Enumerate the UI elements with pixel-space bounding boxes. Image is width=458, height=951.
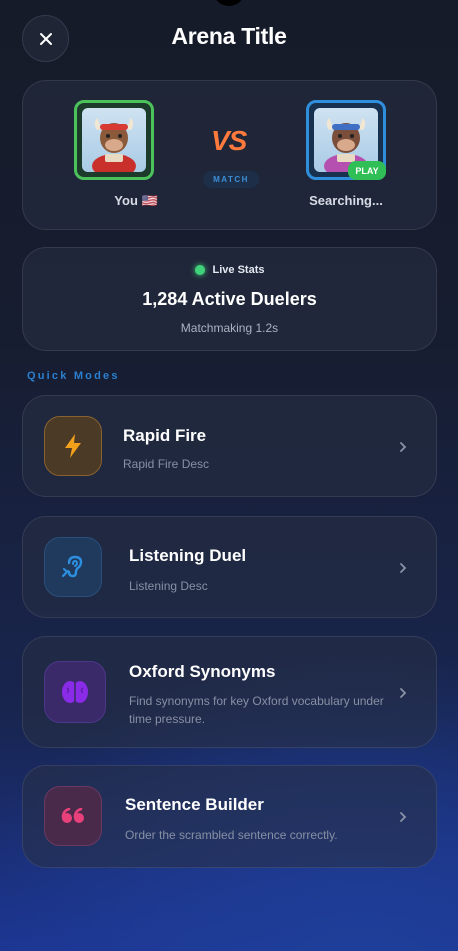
match-pill: MATCH xyxy=(203,171,259,188)
camera-notch xyxy=(213,0,245,6)
mode-card-rapid-fire[interactable]: Rapid Fire Rapid Fire Desc xyxy=(22,395,437,497)
mode-description: Listening Desc xyxy=(129,579,208,593)
versus-card: You 🇺🇸 VS MATCH PLAY Searching... xyxy=(22,80,437,230)
lightning-icon xyxy=(44,416,102,476)
page-title: Arena Title xyxy=(171,23,287,49)
ear-icon xyxy=(44,537,102,597)
chevron-right-icon xyxy=(398,560,408,576)
vs-label: VS xyxy=(211,125,247,156)
mode-description: Order the scrambled sentence correctly. xyxy=(125,828,338,842)
live-stats-header: Live Stats xyxy=(23,264,436,276)
quote-icon xyxy=(44,786,102,846)
live-stats-label: Live Stats xyxy=(212,264,265,276)
player-avatar[interactable] xyxy=(74,100,154,180)
matchmaking-time: Matchmaking 1.2s xyxy=(180,321,279,335)
active-duelers-count: 1,284 Active Duelers xyxy=(142,289,317,309)
opponent-avatar[interactable]: PLAY xyxy=(306,100,386,180)
play-badge[interactable]: PLAY xyxy=(348,161,386,180)
player-label: You 🇺🇸 xyxy=(114,193,158,208)
chevron-right-icon xyxy=(398,439,408,455)
bull-mascot-image xyxy=(82,108,146,172)
live-indicator-dot xyxy=(194,265,205,275)
mode-title: Sentence Builder xyxy=(125,795,264,814)
live-stats-card: Live Stats 1,284 Active Duelers Matchmak… xyxy=(22,247,437,351)
mode-title: Listening Duel xyxy=(129,546,247,565)
chevron-right-icon xyxy=(398,809,408,825)
mode-card-sentence-builder[interactable]: Sentence Builder Order the scrambled sen… xyxy=(22,765,437,868)
mode-card-oxford-synonyms[interactable]: Oxford Synonyms Find synonyms for key Ox… xyxy=(22,636,437,748)
opponent-status-label: Searching... xyxy=(309,193,383,208)
mode-card-listening-duel[interactable]: Listening Duel Listening Desc xyxy=(22,516,437,618)
mode-description: Find synonyms for key Oxford vocabulary … xyxy=(129,694,384,726)
mode-title: Rapid Fire xyxy=(123,426,207,445)
chevron-right-icon xyxy=(398,685,408,701)
mode-description: Rapid Fire Desc xyxy=(123,457,210,471)
section-label-quick-modes: Quick Modes xyxy=(27,370,120,382)
brain-icon xyxy=(44,661,106,723)
mode-title: Oxford Synonyms xyxy=(129,662,276,681)
